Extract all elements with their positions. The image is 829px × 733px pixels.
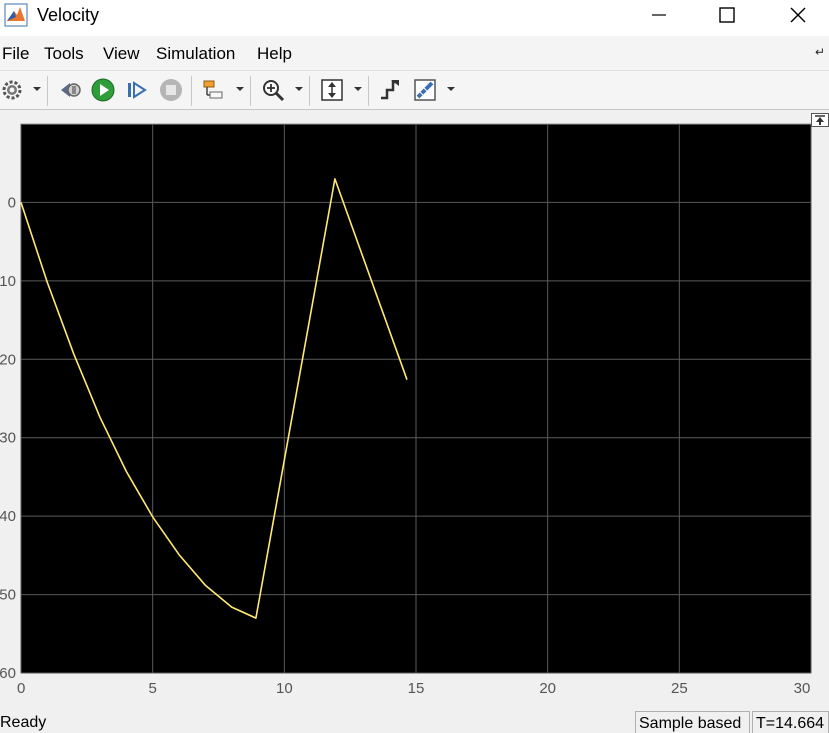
matlab-icon (4, 3, 28, 27)
close-button[interactable] (768, 0, 828, 30)
toolbar-separator (191, 76, 192, 106)
chevron-down-icon[interactable] (295, 85, 303, 93)
y-tick-label: -30 (0, 430, 16, 447)
y-tick-label: -50 (0, 587, 16, 604)
settings-icon[interactable] (0, 77, 26, 103)
window-title: Velocity (37, 5, 100, 25)
stop-icon[interactable] (158, 77, 184, 103)
status-ready: Ready (0, 714, 47, 731)
velocity-plot[interactable]: 0 5 10 15 20 25 30 0 -10 -20 -30 -40 -50 -60 (0, 111, 829, 709)
x-tick-label: 5 (148, 680, 156, 697)
toolbar-separator (47, 76, 48, 106)
status-mode: Sample based (635, 711, 750, 733)
zoom-in-icon[interactable] (260, 77, 286, 103)
maximize-button[interactable] (697, 0, 757, 30)
scope-display: 0 5 10 15 20 25 30 0 -10 -20 -30 -40 -50 -60 (0, 111, 829, 709)
menu-help[interactable]: Help (257, 44, 292, 64)
toolbar (0, 70, 829, 110)
step-back-icon[interactable] (57, 77, 83, 103)
status-bar: Ready Sample based T=14.664 (0, 709, 829, 733)
chevron-down-icon[interactable] (447, 85, 455, 93)
x-tick-label: 25 (671, 680, 688, 697)
menu-simulation[interactable]: Simulation (156, 44, 235, 64)
run-icon[interactable] (90, 77, 116, 103)
menu-bar: File Tools View Simulation Help ↵ (0, 36, 829, 70)
x-tick-label: 10 (276, 680, 293, 697)
y-tick-label: -60 (0, 665, 16, 682)
minimize-button[interactable] (629, 0, 689, 30)
toolbar-separator (309, 76, 310, 106)
step-forward-icon[interactable] (124, 77, 150, 103)
expand-arrow-icon[interactable]: ↵ (815, 45, 825, 59)
title-bar: Velocity (0, 0, 829, 36)
x-tick-label: 30 (794, 680, 811, 697)
x-tick-label: 20 (539, 680, 556, 697)
toolbar-separator (368, 76, 369, 106)
y-tick-label: -10 (0, 273, 16, 290)
menu-view[interactable]: View (103, 44, 140, 64)
y-tick-label: -40 (0, 508, 16, 525)
toolbar-separator (250, 76, 251, 106)
chevron-down-icon[interactable] (236, 85, 244, 93)
autoscale-icon[interactable] (319, 77, 345, 103)
close-icon (790, 7, 806, 23)
menu-file[interactable]: File (2, 44, 29, 64)
signal-select-icon[interactable] (201, 77, 227, 103)
highlight-icon[interactable] (377, 77, 403, 103)
y-tick-label: 0 (8, 194, 16, 211)
y-tick-label: -20 (0, 351, 16, 368)
maximize-icon (719, 7, 735, 23)
measure-icon[interactable] (412, 77, 438, 103)
chevron-down-icon[interactable] (354, 85, 362, 93)
x-tick-label: 15 (408, 680, 425, 697)
minimize-icon (652, 14, 666, 16)
status-time: T=14.664 (752, 711, 829, 733)
x-tick-label: 0 (17, 680, 25, 697)
menu-tools[interactable]: Tools (44, 44, 84, 64)
chevron-down-icon[interactable] (33, 85, 41, 93)
